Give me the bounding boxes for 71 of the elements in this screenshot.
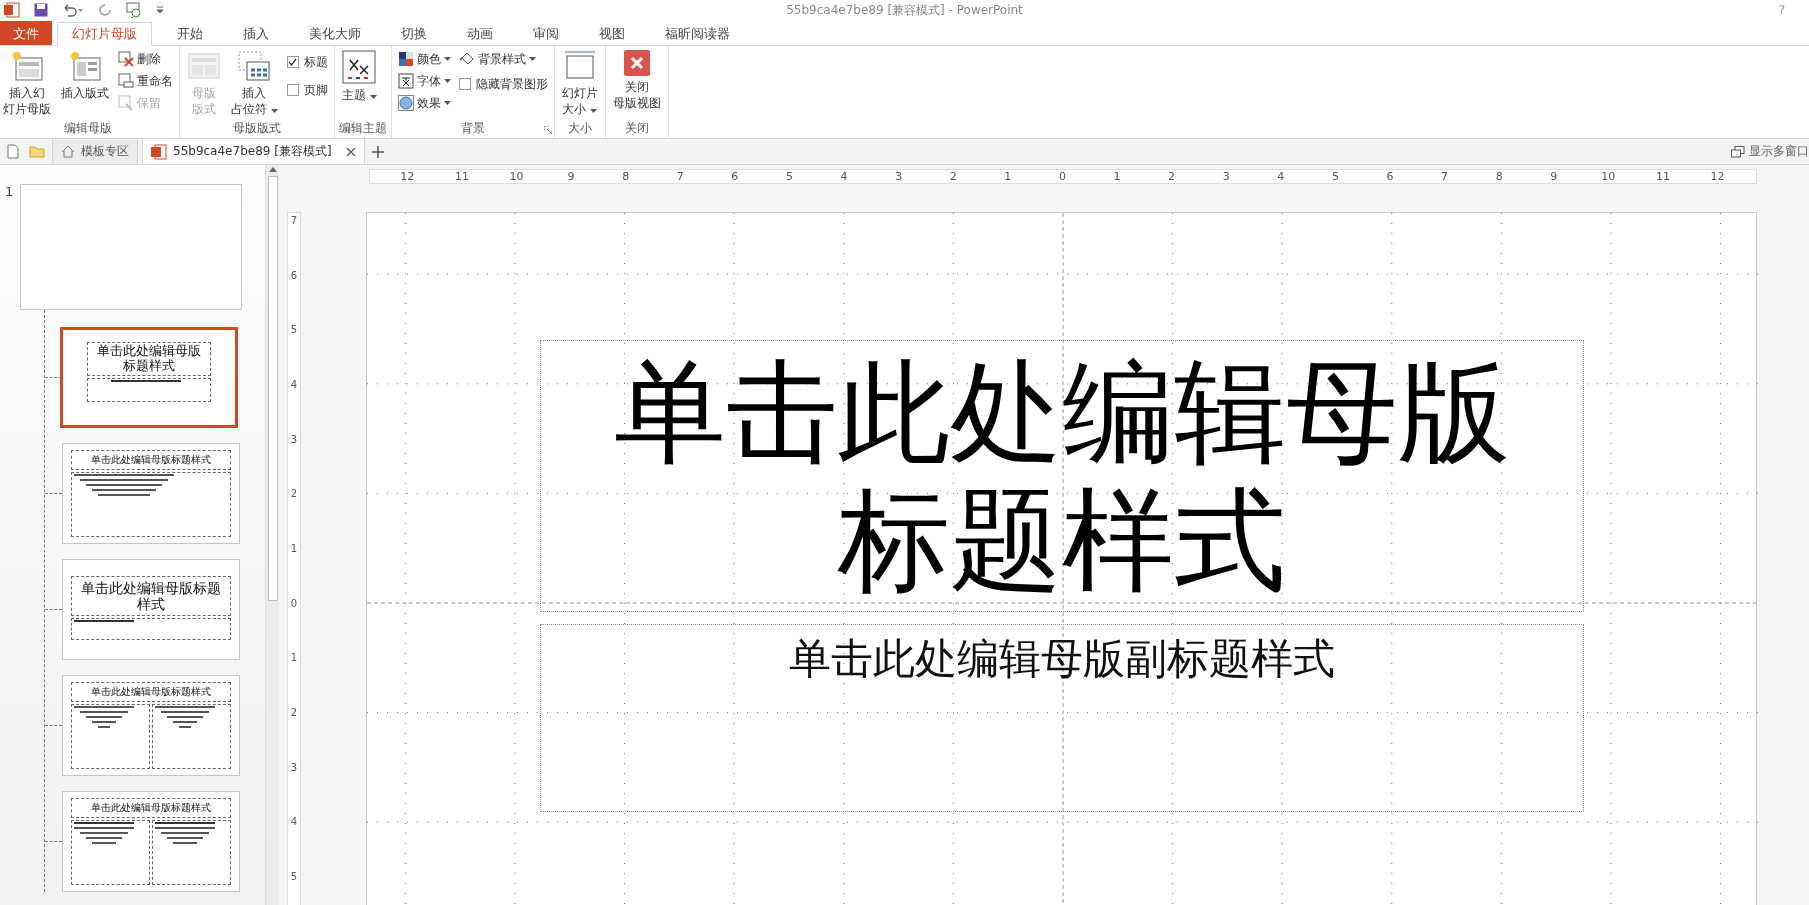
ribbon-button[interactable]: 关闭 母版视图 [609,49,664,120]
ribbon-tab[interactable]: 幻灯片母版 [57,22,152,46]
close-icon[interactable] [345,146,356,157]
slide-thumbnail[interactable] [20,184,242,310]
group-label: 编辑主题 [338,120,387,137]
group-label: 背景 [460,120,485,137]
save-icon[interactable] [34,3,48,17]
title-placeholder: 单击此处编辑母版标题样式 [71,682,231,702]
undo-icon[interactable] [62,3,84,17]
ribbon-button[interactable]: 插入幻 灯片母版 [0,49,54,120]
circle-icon [397,95,414,111]
vertical-ruler: 7 6 5 4 3 2 1 0 1 2 3 4 5 [287,212,301,905]
ribbon-button[interactable]: 幻灯片 大小 [558,49,601,120]
scrollbar[interactable] [265,165,279,905]
title-placeholder: 单击此处编辑母版标题样式 [71,450,231,470]
ribbon-button[interactable]: 主题 [338,49,380,120]
slide-thumbnail[interactable]: 单击此处编辑母版标题样式 [62,675,240,776]
checkmark-icon [288,58,298,66]
slide-thumbnail[interactable]: 单击此处编辑母版标题样式 [62,443,240,544]
ribbon-button[interactable]: 效果 [395,93,453,113]
group-label: 关闭 [624,120,649,137]
ribbon-button[interactable]: 插入版式 [58,49,112,120]
ribbon-button[interactable]: 颜色 [395,49,453,69]
slide-thumbnail[interactable]: 单击此处编辑母版标题样式 [62,559,240,660]
slide-number: 1 [4,184,15,199]
slide-size-icon [562,50,597,82]
group-label: 编辑母版 [63,120,112,137]
ribbon-button[interactable]: 字体 [395,71,453,91]
presentation-file-icon [151,143,167,160]
title-placeholder: 单击此处编辑母版标题样式 [71,576,231,616]
color-squares-icon [397,51,414,67]
ribbon-button[interactable]: 重命名 [116,71,175,91]
ribbon-button[interactable]: 删除 [116,49,175,69]
scroll-up-icon[interactable] [268,167,277,172]
customize-icon[interactable] [156,6,164,14]
group-label: 母版版式 [232,120,281,137]
dialog-launcher-icon[interactable] [543,126,552,134]
slideshow-icon[interactable] [126,2,142,18]
placeholder-icon [237,50,272,82]
checkbox[interactable]: 标题 [284,49,330,75]
ribbon-button[interactable]: 背景样式 [456,49,550,69]
checkbox[interactable]: 隐藏背景图形 [456,71,550,97]
redo-icon[interactable] [98,3,112,17]
title-placeholder: 单击此处编辑母版标题样式 [86,342,212,376]
document-tab[interactable]: 55b9ca4e7be89 [兼容模式] [142,139,365,164]
horizontal-ruler: 12 11 10 9 8 7 6 5 4 3 2 1 0 1 2 3 4 5 6 7 8 9 10 11 12 [369,169,1757,184]
window-title: 55b9ca4e7be89 [兼容模式] - PowerPoint [786,1,1023,19]
slide-thumbnail[interactable]: 单击此处编辑母版标题样式 [60,327,238,428]
slide-title: 单击此处编辑母版标题样式 [612,348,1511,604]
show-windows-button[interactable]: 显示多窗口 [1731,139,1809,164]
title-placeholder: 单击此处编辑母版标题样式 [71,798,231,818]
rename-icon [118,73,134,89]
app-logo-icon [4,2,20,18]
font-icon [397,73,414,89]
layout-star-icon [68,50,102,82]
windows-icon [1731,145,1745,158]
checkbox[interactable]: 页脚 [284,77,330,103]
slide-subtitle: 单击此处编辑母版副标题样式 [788,633,1335,685]
close-icon [623,50,650,76]
home-icon [61,145,75,158]
slide-star-icon [10,50,44,82]
title-placeholder[interactable]: 单击此处编辑母版标题样式 [539,340,1584,612]
subtitle-placeholder[interactable]: 单击此处编辑母版副标题样式 [539,624,1584,812]
theme-icon [342,50,377,84]
layout-icon [187,50,221,82]
file-tab[interactable]: 文件 [0,21,52,45]
delete-icon [118,51,134,67]
group-label: 大小 [567,120,592,137]
document-tab[interactable]: 模板专区 [52,139,138,164]
ribbon-button[interactable]: 插入 占位符 [228,49,281,120]
slide-thumbnail[interactable]: 单击此处编辑母版标题样式 [62,791,240,892]
